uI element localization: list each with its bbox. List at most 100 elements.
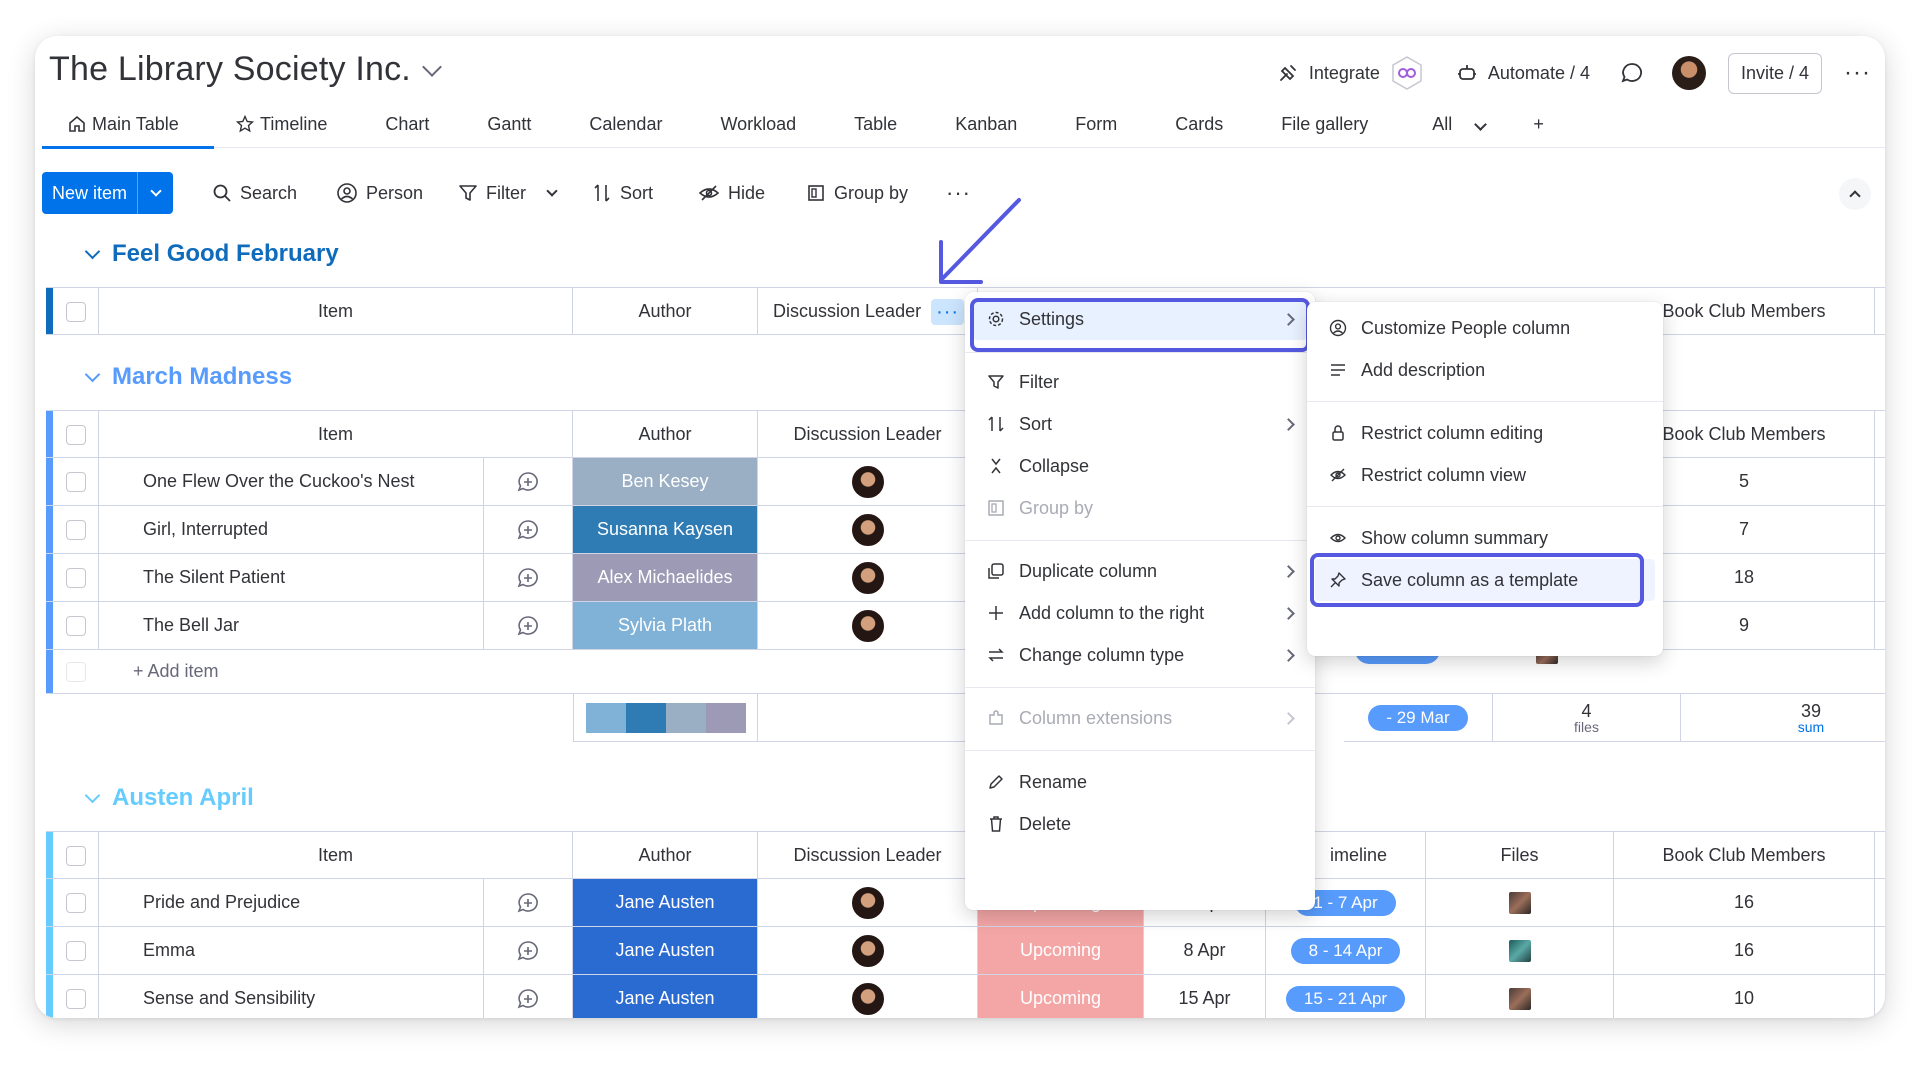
chevron-down-icon[interactable]	[84, 787, 101, 803]
tab-gantt[interactable]: Gantt	[487, 108, 531, 148]
row-checkbox[interactable]	[65, 519, 86, 540]
add-update-icon[interactable]	[516, 891, 540, 915]
chevron-down-icon[interactable]	[546, 185, 558, 197]
column-header-files[interactable]: Files	[1426, 832, 1614, 879]
tab-workload[interactable]: Workload	[720, 108, 796, 148]
filter-button[interactable]: Filter	[458, 172, 558, 214]
tab-all-dropdown[interactable]: All	[1432, 108, 1488, 148]
column-header-discussion-leader[interactable]: Discussion Leader	[758, 411, 978, 458]
board-title[interactable]: The Library Society Inc.	[49, 50, 442, 89]
discussion-leader-cell[interactable]	[758, 506, 978, 553]
files-summary-cell[interactable]: 4 files	[1493, 694, 1681, 742]
column-header-author[interactable]: Author	[573, 411, 758, 458]
column-header-item[interactable]: Item	[99, 832, 573, 879]
date-cell[interactable]: 15 Apr	[1144, 975, 1266, 1018]
menu-item-delete[interactable]: Delete	[973, 803, 1307, 845]
timeline-cell[interactable]: 15 - 21 Apr	[1266, 975, 1426, 1018]
file-thumbnail[interactable]	[1508, 891, 1531, 914]
item-name-cell[interactable]: The Silent Patient	[99, 554, 484, 601]
updates-cell[interactable]	[484, 554, 573, 601]
row-checkbox[interactable]	[65, 988, 86, 1009]
tab-table[interactable]: Table	[854, 108, 897, 148]
integrate-button[interactable]: Integrate	[1277, 55, 1424, 91]
add-update-icon[interactable]	[516, 518, 540, 542]
menu-item-duplicate-column[interactable]: Duplicate column	[973, 550, 1307, 592]
tab-cards[interactable]: Cards	[1175, 108, 1223, 148]
updates-cell[interactable]	[484, 975, 573, 1018]
date-cell[interactable]: 8 Apr	[1144, 927, 1266, 974]
add-update-icon[interactable]	[516, 939, 540, 963]
column-header-item[interactable]: Item	[99, 288, 573, 335]
menu-item-add-column-right[interactable]: Add column to the right	[973, 592, 1307, 634]
new-item-dropdown[interactable]	[137, 172, 173, 214]
file-thumbnail[interactable]	[1508, 987, 1531, 1010]
discussion-leader-cell[interactable]	[758, 602, 978, 649]
add-view-button[interactable]: +	[1533, 108, 1544, 148]
collapse-header-button[interactable]	[1839, 178, 1871, 210]
row-checkbox[interactable]	[65, 567, 86, 588]
row-checkbox[interactable]	[65, 615, 86, 636]
discussion-leader-cell[interactable]	[758, 975, 978, 1018]
chevron-down-icon[interactable]	[84, 243, 101, 259]
item-name-cell[interactable]: Pride and Prejudice	[99, 879, 484, 926]
discussion-leader-cell[interactable]	[758, 927, 978, 974]
author-cell[interactable]: Jane Austen	[573, 927, 758, 974]
item-name-cell[interactable]: The Bell Jar	[99, 602, 484, 649]
table-row[interactable]: Sense and Sensibility Jane Austen Upcomi…	[46, 975, 1885, 1018]
item-name-cell[interactable]: Sense and Sensibility	[99, 975, 484, 1018]
add-update-icon[interactable]	[516, 470, 540, 494]
updates-cell[interactable]	[484, 458, 573, 505]
submenu-item-customize-people-column[interactable]: Customize People column	[1315, 307, 1655, 349]
menu-item-rename[interactable]: Rename	[973, 761, 1307, 803]
column-header-item[interactable]: Item	[99, 411, 573, 458]
files-cell[interactable]	[1426, 975, 1614, 1018]
person-filter-button[interactable]: Person	[336, 172, 423, 214]
menu-item-filter[interactable]: Filter	[973, 361, 1307, 403]
select-all-checkbox[interactable]	[65, 301, 86, 322]
files-cell[interactable]	[1426, 927, 1614, 974]
column-header-discussion-leader[interactable]: Discussion Leader	[758, 832, 978, 879]
row-checkbox[interactable]	[65, 892, 86, 913]
chevron-down-icon[interactable]	[422, 56, 442, 77]
file-thumbnail[interactable]	[1508, 939, 1531, 962]
item-name-cell[interactable]: One Flew Over the Cuckoo's Nest	[99, 458, 484, 505]
add-update-icon[interactable]	[516, 614, 540, 638]
author-cell[interactable]: Sylvia Plath	[573, 602, 758, 649]
tab-kanban[interactable]: Kanban	[955, 108, 1017, 148]
select-all-checkbox[interactable]	[65, 424, 86, 445]
timeline-summary-cell[interactable]: - 29 Mar	[1344, 694, 1493, 742]
automate-button[interactable]: Automate / 4	[1456, 62, 1590, 84]
tab-timeline[interactable]: Timeline	[236, 108, 327, 148]
table-row[interactable]: Emma Jane Austen Upcoming 8 Apr 8 - 14 A…	[46, 927, 1885, 975]
hide-button[interactable]: Hide	[698, 172, 765, 214]
members-cell[interactable]: 16	[1614, 879, 1875, 926]
author-cell[interactable]: Susanna Kaysen	[573, 506, 758, 553]
sort-button[interactable]: Sort	[592, 172, 653, 214]
tab-file-gallery[interactable]: File gallery	[1281, 108, 1368, 148]
tab-chart[interactable]: Chart	[385, 108, 429, 148]
group-title-feel-good-february[interactable]: Feel Good February	[84, 240, 339, 268]
author-cell[interactable]: Jane Austen	[573, 975, 758, 1018]
discussion-leader-cell[interactable]	[758, 879, 978, 926]
status-cell[interactable]: Upcoming	[978, 975, 1144, 1018]
updates-cell[interactable]	[484, 927, 573, 974]
discussion-leader-cell[interactable]	[758, 554, 978, 601]
more-options-icon[interactable]: ···	[1844, 61, 1871, 85]
author-summary-cell[interactable]	[573, 694, 758, 742]
group-title-march-madness[interactable]: March Madness	[84, 363, 292, 391]
status-cell[interactable]: Upcoming	[978, 927, 1144, 974]
submenu-item-add-description[interactable]: Add description	[1315, 349, 1655, 391]
submenu-item-restrict-editing[interactable]: Restrict column editing	[1315, 412, 1655, 454]
user-avatar[interactable]	[1671, 56, 1706, 90]
search-button[interactable]: Search	[212, 172, 297, 214]
row-checkbox[interactable]	[65, 471, 86, 492]
menu-item-collapse[interactable]: Collapse	[973, 445, 1307, 487]
column-menu-dots-icon[interactable]: ···	[931, 298, 965, 325]
updates-cell[interactable]	[484, 602, 573, 649]
group-title-austen-april[interactable]: Austen April	[84, 784, 254, 812]
author-cell[interactable]: Ben Kesey	[573, 458, 758, 505]
add-item-input[interactable]: + Add item	[99, 650, 399, 693]
author-cell[interactable]: Alex Michaelides	[573, 554, 758, 601]
updates-cell[interactable]	[484, 879, 573, 926]
column-header-author[interactable]: Author	[573, 288, 758, 335]
